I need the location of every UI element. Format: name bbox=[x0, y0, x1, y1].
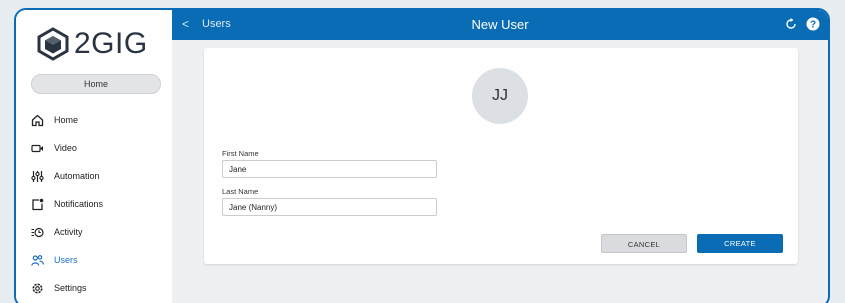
new-user-form-card: JJ First Name Last Name CANCEL CREATE bbox=[204, 48, 798, 264]
video-camera-icon bbox=[30, 141, 44, 155]
sidebar-item-label: Video bbox=[54, 143, 77, 153]
sidebar-item-label: Users bbox=[54, 255, 78, 265]
bell-square-icon bbox=[30, 197, 44, 211]
logo-text: 2GIG bbox=[74, 27, 148, 60]
sidebar-item-label: Settings bbox=[54, 283, 87, 293]
gear-icon bbox=[30, 281, 44, 295]
sidebar-item-home[interactable]: Home bbox=[30, 106, 170, 134]
cancel-button[interactable]: CANCEL bbox=[601, 234, 687, 253]
last-name-label: Last Name bbox=[222, 187, 259, 196]
page-title: New User bbox=[471, 17, 529, 32]
activity-icon bbox=[30, 225, 44, 239]
last-name-field[interactable] bbox=[222, 198, 437, 216]
sidebar-item-activity[interactable]: Activity bbox=[30, 218, 170, 246]
logo: 2GIG bbox=[36, 24, 148, 64]
users-icon bbox=[30, 253, 44, 267]
refresh-icon[interactable] bbox=[784, 17, 798, 31]
sidebar-nav: Home Video Automation Notifications Acti… bbox=[30, 106, 170, 302]
sidebar: 2GIG Home Home Video Automation Notifica… bbox=[16, 10, 172, 303]
sidebar-item-users[interactable]: Users bbox=[30, 246, 170, 274]
sidebar-item-label: Automation bbox=[54, 171, 100, 181]
top-bar: < Users New User ? bbox=[172, 10, 828, 40]
sidebar-item-video[interactable]: Video bbox=[30, 134, 170, 162]
sidebar-item-label: Activity bbox=[54, 227, 83, 237]
sidebar-item-settings[interactable]: Settings bbox=[30, 274, 170, 302]
home-location-pill[interactable]: Home bbox=[31, 74, 161, 94]
help-icon[interactable]: ? bbox=[806, 17, 820, 31]
2gig-logo-icon bbox=[37, 27, 69, 61]
sidebar-item-label: Home bbox=[54, 115, 79, 125]
create-button[interactable]: CREATE bbox=[697, 234, 783, 253]
sidebar-item-label: Notifications bbox=[54, 199, 104, 209]
house-icon bbox=[30, 113, 44, 127]
user-avatar[interactable]: JJ bbox=[472, 68, 528, 124]
first-name-field[interactable] bbox=[222, 160, 437, 178]
first-name-label: First Name bbox=[222, 149, 259, 158]
svg-text:?: ? bbox=[810, 20, 816, 31]
sidebar-item-automation[interactable]: Automation bbox=[30, 162, 170, 190]
app-window: 2GIG Home Home Video Automation Notifica… bbox=[14, 8, 830, 303]
sidebar-item-notifications[interactable]: Notifications bbox=[30, 190, 170, 218]
sliders-icon bbox=[30, 169, 44, 183]
